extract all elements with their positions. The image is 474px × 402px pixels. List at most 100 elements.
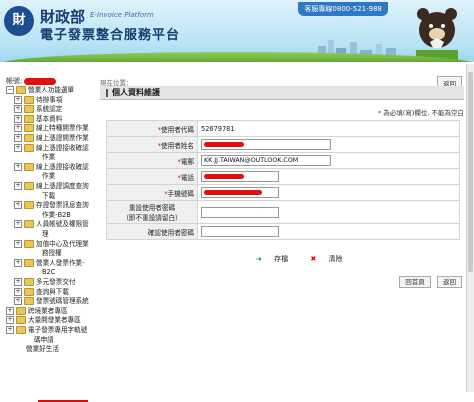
save-icon: ➜ <box>256 255 262 263</box>
expand-icon[interactable]: + <box>14 220 22 229</box>
folder-icon <box>24 114 34 123</box>
mascot-bear-icon <box>416 8 458 60</box>
sidebar-item[interactable]: + 人員帳號及權限管 <box>14 220 89 229</box>
folder-icon <box>24 134 34 142</box>
expand-icon[interactable]: + <box>6 316 14 325</box>
mobile-input[interactable] <box>201 187 279 198</box>
sidebar-item[interactable]: + 加值中心及代理業 <box>14 239 89 249</box>
sidebar-item[interactable]: 作業 <box>42 153 55 162</box>
sidebar-item-label: 線上憑證接收確認 <box>36 143 89 152</box>
folder-icon <box>24 105 34 114</box>
sidebar-item[interactable]: 務授權 <box>42 249 62 258</box>
main-pane: 現在位置： 返回 個人資料維護 * 為必填(寫)欄位, 不能為空白 *使用者代碼… <box>96 76 468 392</box>
account-label: 帳號: <box>6 76 57 86</box>
sidebar-item[interactable]: + 線上憑證接收確認 <box>14 162 89 172</box>
sidebar-item-label: 大量開發業者專區 <box>28 316 81 325</box>
page-scrollbar[interactable] <box>466 64 474 392</box>
folder-icon <box>24 162 34 171</box>
expand-icon[interactable]: + <box>14 239 22 248</box>
expand-icon[interactable]: + <box>14 114 22 123</box>
folder-icon <box>24 182 34 190</box>
reset-password-label: 重設使用者密碼 （即不重設請留白） <box>106 200 198 224</box>
folder-icon <box>24 220 34 229</box>
email-label: *電郵 <box>106 152 198 169</box>
expand-icon[interactable]: + <box>14 95 22 104</box>
sidebar-item[interactable]: B2C <box>42 268 55 277</box>
sidebar-item[interactable]: 作業-B2B <box>42 211 71 220</box>
sidebar-item[interactable]: 碼申請 <box>34 336 54 345</box>
sidebar-item[interactable]: 理 <box>42 230 49 239</box>
sidebar-item-label: 務授權 <box>42 249 62 258</box>
sidebar-item[interactable]: + 待辦事項 <box>14 95 63 105</box>
expand-icon[interactable]: + <box>14 143 22 152</box>
home-button[interactable]: 回首頁 <box>399 276 431 288</box>
expand-icon[interactable]: + <box>14 162 22 171</box>
sidebar-item[interactable]: + 跨境業者專區 <box>6 306 68 316</box>
ministry-logo[interactable]: 財 <box>4 6 34 36</box>
sidebar-item[interactable]: 下載 <box>42 192 55 201</box>
email-input[interactable]: KK.JJ.TAIWAN@OUTLOOK.COM <box>201 155 331 166</box>
sidebar-item[interactable]: + 發票號碼管理系統 <box>14 297 89 306</box>
sidebar-item-label: 線上憑證開票作業 <box>36 134 89 142</box>
sidebar-item-label: 線上憑證調度查詢 <box>36 182 89 190</box>
phone-input[interactable] <box>201 171 279 182</box>
confirm-password-input[interactable] <box>201 226 279 237</box>
folder-icon <box>24 278 34 286</box>
form-row-mobile: *手機號碼 <box>106 184 460 201</box>
sidebar-item[interactable]: + 電子發票專用字軌號 <box>6 326 87 335</box>
expand-icon[interactable]: + <box>14 182 22 190</box>
mobile-label: *手機號碼 <box>106 184 198 201</box>
expand-icon[interactable]: + <box>14 258 22 267</box>
sidebar-item[interactable]: + 存證發票訊息查詢 <box>14 201 89 210</box>
sidebar-item-label: 線上憑證接收確認 <box>36 162 89 171</box>
sidebar-item[interactable]: + 線上憑證開票作業 <box>14 134 89 143</box>
back-button-bottom[interactable]: 返回 <box>437 276 462 288</box>
form-row-phone: *電話 <box>106 168 460 185</box>
folder-icon <box>24 297 34 306</box>
sidebar-item[interactable]: + 大量開發業者專區 <box>6 316 81 325</box>
user-id-value: 52679781 <box>197 120 460 137</box>
sidebar-item-label: 下載 <box>42 191 56 200</box>
expand-icon[interactable]: + <box>14 134 22 142</box>
sidebar-item[interactable]: + 查詢與下載 <box>14 287 69 297</box>
sidebar-item[interactable]: − 營業人功能選單 <box>6 86 74 95</box>
reset-password-input[interactable] <box>201 206 279 218</box>
sidebar-item[interactable]: + 多元發票交付 <box>14 278 76 287</box>
expand-icon[interactable]: + <box>14 297 22 306</box>
org-name-en: E-Invoice Platform <box>90 11 154 19</box>
sidebar-item[interactable]: 作業 <box>42 172 55 181</box>
form-row-user-id: *使用者代碼 52679781 <box>106 120 460 137</box>
expand-icon[interactable]: + <box>6 306 14 315</box>
expand-icon[interactable]: + <box>14 105 22 114</box>
sidebar-item-label: 人員帳號及權限管 <box>36 220 89 229</box>
expand-icon[interactable]: + <box>6 326 14 334</box>
sidebar-item-label: 基本資料 <box>36 114 63 123</box>
user-name-label: *使用者姓名 <box>106 136 198 153</box>
expand-icon[interactable]: + <box>14 124 22 133</box>
sidebar-item-label: 電子發票專用字軌號 <box>28 326 88 334</box>
sidebar-item-label: B2C <box>42 268 56 277</box>
sidebar-item-label: 待辦事項 <box>36 95 63 104</box>
required-note: * 為必填(寫)欄位, 不能為空白 <box>377 109 464 117</box>
sidebar-item[interactable]: + 系統認定 <box>14 105 62 114</box>
sidebar-item[interactable]: 營業好生活 <box>26 345 59 354</box>
sidebar-item[interactable]: + 營業人發票作業- <box>14 258 85 268</box>
collapse-icon[interactable]: − <box>6 86 14 94</box>
site-header: 財 財政部 E-Invoice Platform 電子發票整合服務平台 客服專線… <box>0 0 474 62</box>
expand-icon[interactable]: + <box>14 201 22 210</box>
sidebar-item[interactable]: + 線上憑證接收確認 <box>14 143 89 153</box>
folder-icon <box>24 95 34 104</box>
clear-button[interactable]: ✖ 清除 <box>310 255 352 263</box>
user-name-input[interactable] <box>201 139 331 150</box>
scrollbar-thumb[interactable] <box>468 72 473 272</box>
sidebar-item[interactable]: + 基本資料 <box>14 114 63 124</box>
phone-label: *電話 <box>106 168 198 185</box>
sidebar-item-label: 線上特種開票作業 <box>36 124 89 133</box>
expand-icon[interactable]: + <box>14 287 22 296</box>
sidebar-item-label: 加值中心及代理業 <box>36 239 89 248</box>
folder-icon <box>16 316 26 325</box>
sidebar-item[interactable]: + 線上憑證調度查詢 <box>14 182 89 191</box>
expand-icon[interactable]: + <box>14 278 22 286</box>
save-button[interactable]: ➜ 存檔 <box>256 255 298 263</box>
sidebar-item[interactable]: + 線上特種開票作業 <box>14 124 89 133</box>
